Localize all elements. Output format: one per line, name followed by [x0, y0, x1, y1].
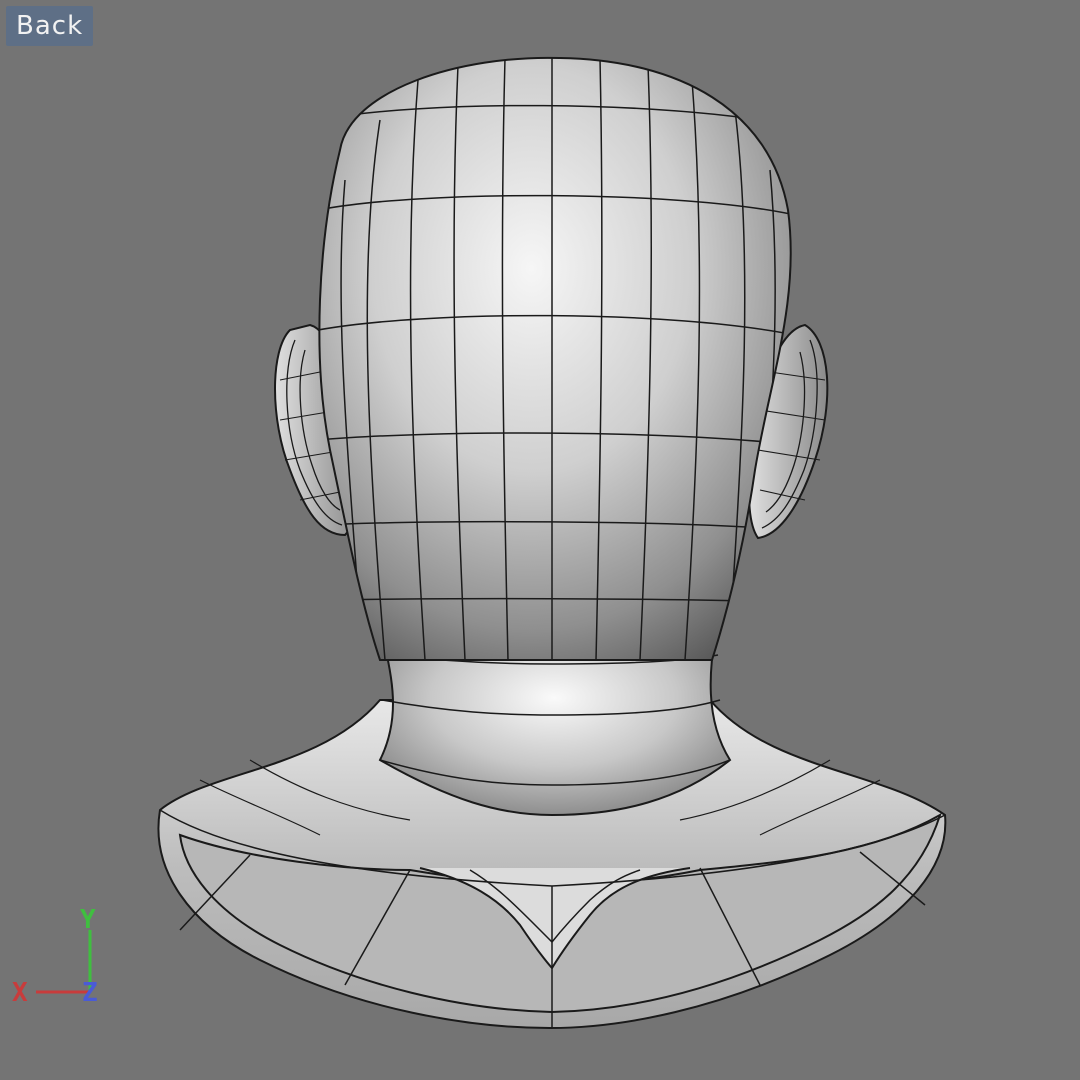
3d-viewport[interactable]: Back Y X Z [0, 0, 1080, 1080]
head [318, 56, 792, 661]
head-bust-model [157, 56, 947, 1030]
x-axis-label: X [12, 978, 28, 1008]
z-axis-label: Z [82, 978, 98, 1008]
y-axis-label: Y [80, 905, 96, 935]
axis-orientation-gizmo: Y X Z [12, 905, 98, 1008]
